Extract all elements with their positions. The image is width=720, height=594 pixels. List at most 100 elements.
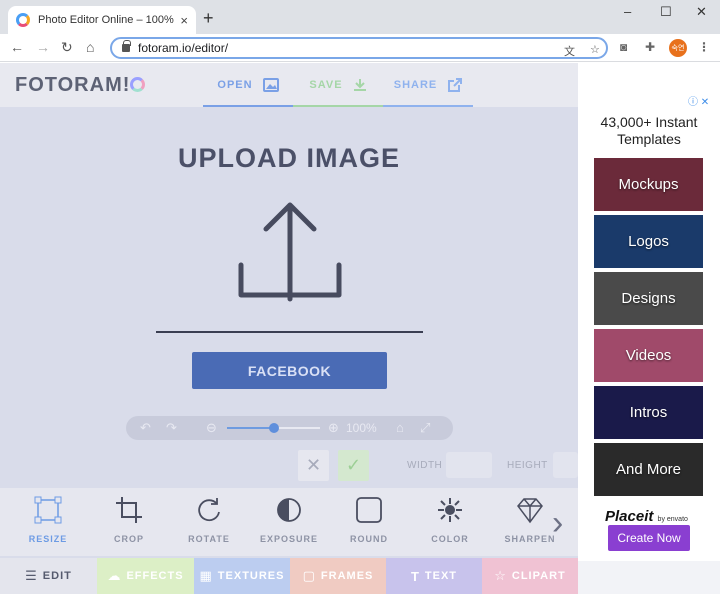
height-input[interactable] — [553, 452, 578, 478]
placeit-logo[interactable]: Placeit by envato — [605, 508, 688, 525]
sliders-icon: ☰ — [25, 568, 38, 583]
zoom-out-icon[interactable]: ⊖ — [206, 420, 217, 436]
page-content: FOTORAM! OPEN SAVE SHARE UPLOAD IMAGE FA… — [0, 63, 720, 594]
crop-icon — [116, 497, 142, 523]
zoom-slider[interactable] — [227, 423, 320, 433]
ad-banner: ⓘ ✕ 43,000+ Instant Templates Mockups Lo… — [578, 63, 720, 594]
resize-icon — [34, 496, 62, 524]
maximize-button[interactable]: ☐ — [660, 4, 672, 20]
logo-ring-icon — [130, 77, 146, 92]
category-clipart[interactable]: ☆ CLIPART — [482, 558, 578, 594]
share-icon — [448, 78, 463, 92]
ad-tile-mockups[interactable]: Mockups — [594, 158, 703, 211]
ad-tile-and-more[interactable]: And More — [594, 443, 703, 496]
url-text[interactable]: fotoram.io/editor/ — [138, 41, 228, 55]
tool-exposure-label: EXPOSURE — [259, 534, 318, 544]
round-icon — [356, 497, 382, 523]
tool-crop[interactable]: CROP — [89, 488, 169, 556]
undo-icon[interactable]: ↶ — [140, 420, 151, 436]
browser-tab-bar: Photo Editor Online – 100% Fre × + – ☐ ✕ — [0, 0, 720, 34]
tab-share[interactable]: SHARE — [383, 63, 473, 107]
cancel-button[interactable]: ✕ — [298, 450, 329, 481]
ad-headline: 43,000+ Instant Templates — [600, 114, 698, 147]
category-edit-label: EDIT — [42, 570, 72, 582]
tool-exposure[interactable]: EXPOSURE — [249, 488, 329, 556]
category-effects[interactable]: ☁ EFFECTS — [97, 558, 194, 594]
category-bar: ☰ EDIT ☁ EFFECTS ▦ TEXTURES ▢ FRAMES T TEXT ☆… — [0, 558, 578, 594]
back-button[interactable]: ← — [10, 39, 24, 55]
tools-next-chevron-icon[interactable]: › — [552, 504, 563, 543]
ad-tile-intros[interactable]: Intros — [594, 386, 703, 439]
text-icon: T — [410, 568, 420, 584]
category-textures[interactable]: ▦ TEXTURES — [194, 558, 290, 594]
close-window-button[interactable]: ✕ — [696, 4, 707, 20]
editor-header: FOTORAM! OPEN SAVE SHARE — [0, 63, 578, 107]
category-frames-label: FRAMES — [320, 570, 374, 582]
width-input[interactable] — [446, 452, 492, 478]
tool-color[interactable]: COLOR — [410, 488, 490, 556]
lock-icon[interactable] — [122, 40, 131, 52]
photo-editor: FOTORAM! OPEN SAVE SHARE UPLOAD IMAGE FA… — [0, 63, 578, 594]
zoom-toolbar: ↶ ↷ ⊖ ⊕ 100% ⌂ ⤢ — [126, 416, 453, 440]
tab-open[interactable]: OPEN — [203, 63, 293, 107]
category-textures-label: TEXTURES — [217, 570, 285, 582]
frame-icon: ▢ — [302, 568, 316, 583]
category-clipart-label: CLIPART — [511, 570, 566, 582]
upload-icon[interactable] — [236, 199, 346, 305]
upload-divider — [156, 331, 423, 333]
download-icon — [353, 79, 366, 91]
home-button[interactable]: ⌂ — [86, 39, 94, 55]
bookmark-star-icon[interactable]: ☆ — [590, 43, 600, 56]
grid-icon: ▦ — [199, 568, 213, 583]
zoom-slider-handle[interactable] — [268, 423, 279, 433]
tool-round-label: ROUND — [350, 534, 388, 544]
adchoices-icon[interactable]: ⓘ ✕ — [688, 93, 709, 108]
apply-button[interactable]: ✓ — [338, 450, 369, 481]
extensions-puzzle-icon[interactable]: ✚ — [645, 40, 655, 54]
tool-rotate[interactable]: ROTATE — [169, 488, 249, 556]
forward-button[interactable]: → — [36, 39, 50, 55]
tool-crop-label: CROP — [113, 534, 144, 544]
zoom-slider-fill — [227, 427, 274, 429]
tab-save[interactable]: SAVE — [293, 63, 383, 107]
ad-tile-designs[interactable]: Designs — [594, 272, 703, 325]
fullscreen-icon[interactable]: ⤢ — [420, 420, 430, 436]
create-now-button[interactable]: Create Now — [608, 525, 690, 551]
profile-avatar[interactable]: 숙연 — [669, 39, 687, 57]
camera-icon[interactable]: ◙ — [620, 40, 627, 54]
facebook-upload-button[interactable]: FACEBOOK — [192, 352, 387, 389]
image-icon — [262, 78, 279, 92]
home-fit-icon[interactable]: ⌂ — [396, 420, 404, 435]
tab-close-icon[interactable]: × — [180, 13, 188, 28]
color-icon — [438, 498, 462, 522]
zoom-in-icon[interactable]: ⊕ — [328, 420, 339, 436]
ad-tile-videos[interactable]: Videos — [594, 329, 703, 382]
tab-open-underline — [203, 105, 293, 107]
tool-resize-label: RESIZE — [28, 534, 68, 544]
browser-tab[interactable]: Photo Editor Online – 100% Fre × — [8, 6, 196, 34]
category-frames[interactable]: ▢ FRAMES — [290, 558, 386, 594]
reload-button[interactable]: ↻ — [61, 39, 73, 56]
tool-resize[interactable]: RESIZE — [8, 488, 88, 556]
menu-kebab-icon[interactable]: ⋮ — [698, 40, 710, 54]
width-label: WIDTH — [407, 460, 443, 471]
minimize-button[interactable]: – — [624, 4, 631, 19]
tab-share-label: SHARE — [393, 79, 438, 91]
tool-round[interactable]: ROUND — [329, 488, 409, 556]
fotoram-logo[interactable]: FOTORAM! — [15, 74, 146, 97]
translate-icon[interactable]: 文 — [564, 43, 575, 59]
category-text[interactable]: T TEXT — [386, 558, 482, 594]
category-edit[interactable]: ☰ EDIT — [0, 558, 97, 594]
ad-footer — [578, 561, 720, 594]
tab-open-label: OPEN — [217, 79, 253, 91]
fotoram-favicon-icon — [16, 13, 30, 27]
tab-save-label: SAVE — [309, 79, 343, 91]
redo-icon[interactable]: ↷ — [166, 420, 177, 436]
exposure-icon — [277, 498, 301, 522]
height-label: HEIGHT — [507, 460, 548, 471]
zoom-percent: 100% — [346, 421, 377, 435]
address-bar[interactable]: fotoram.io/editor/ 文 ☆ — [110, 37, 608, 59]
new-tab-button[interactable]: + — [203, 8, 214, 29]
ad-tile-logos[interactable]: Logos — [594, 215, 703, 268]
browser-toolbar: ← → ↻ ⌂ fotoram.io/editor/ 文 ☆ ◙ ✚ 숙연 ⋮ — [0, 34, 720, 62]
